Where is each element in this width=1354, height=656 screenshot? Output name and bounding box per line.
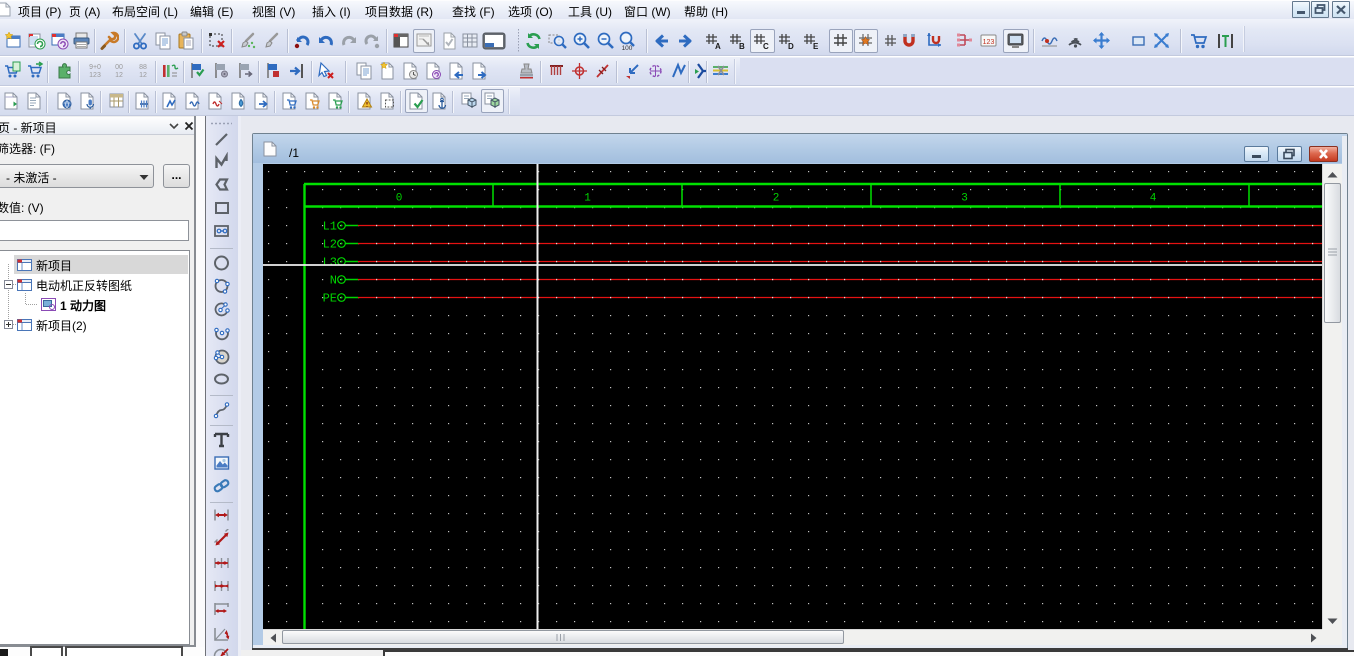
svg-text:2: 2 (773, 193, 780, 205)
svg-text:L2: L2 (323, 238, 337, 252)
svg-text:4: 4 (1150, 193, 1157, 205)
svg-text:100: 100 (622, 45, 633, 51)
svg-text:PE: PE (323, 292, 337, 306)
svg-text:C: C (763, 42, 769, 51)
svg-text:123: 123 (983, 39, 995, 46)
svg-text:B: B (739, 42, 745, 51)
svg-text:A: A (715, 42, 721, 51)
svg-text:9+0: 9+0 (89, 64, 101, 71)
svg-text:N: N (330, 274, 337, 288)
svg-text:3: 3 (961, 193, 968, 205)
svg-text:123: 123 (89, 72, 101, 79)
svg-text:1: 1 (584, 193, 591, 205)
svg-text:12: 12 (115, 72, 123, 79)
svg-text:12: 12 (139, 72, 147, 79)
svg-text:00: 00 (115, 64, 123, 71)
svg-text:L3: L3 (323, 256, 337, 270)
svg-text:0: 0 (396, 193, 403, 205)
svg-text:D: D (788, 42, 794, 51)
svg-text:L1: L1 (323, 220, 337, 234)
svg-text:E: E (813, 42, 819, 51)
svg-text:88: 88 (139, 64, 147, 71)
